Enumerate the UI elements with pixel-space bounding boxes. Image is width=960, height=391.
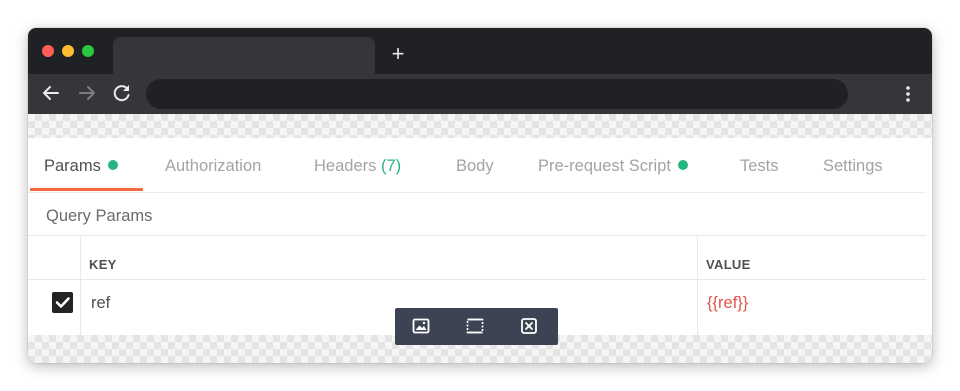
tab-pre-request-script[interactable]: Pre-request Script: [538, 155, 688, 177]
request-panel: Params Authorization Headers (7) Body Pr…: [28, 138, 926, 335]
forward-arrow-icon[interactable]: [74, 80, 100, 106]
close-window-button[interactable]: [42, 45, 54, 57]
table-column-divider: [697, 235, 698, 335]
section-title: Query Params: [46, 207, 153, 225]
tab-body[interactable]: Body: [456, 155, 494, 177]
more-menu-icon[interactable]: [898, 81, 918, 107]
browser-window: + Params Authorization Headers (7) Body …: [28, 28, 932, 363]
back-arrow-icon[interactable]: [38, 80, 64, 106]
tab-settings[interactable]: Settings: [823, 155, 883, 177]
tab-label: Tests: [740, 157, 779, 175]
checkmark-icon: [55, 297, 70, 308]
status-dot: [677, 160, 688, 170]
table-border: [28, 235, 926, 236]
status-dot: [107, 160, 118, 170]
tab-params[interactable]: Params: [44, 155, 118, 177]
minimize-window-button[interactable]: [62, 45, 74, 57]
table-border: [28, 279, 926, 280]
tab-label: Body: [456, 157, 494, 175]
table-column-divider: [80, 235, 81, 335]
reload-icon[interactable]: [109, 80, 135, 106]
transparency-background: [28, 114, 932, 138]
tab-tests[interactable]: Tests: [740, 155, 779, 177]
maximize-window-button[interactable]: [82, 45, 94, 57]
tab-count-badge: (7): [380, 157, 402, 175]
new-tab-button[interactable]: +: [386, 42, 410, 66]
page-content: Params Authorization Headers (7) Body Pr…: [28, 114, 932, 363]
param-enabled-checkbox[interactable]: [52, 292, 73, 313]
param-value-cell[interactable]: {{ref}}: [707, 292, 748, 314]
active-tab-indicator: [30, 188, 143, 191]
tab-authorization[interactable]: Authorization: [165, 155, 261, 177]
tab-headers[interactable]: Headers (7): [314, 155, 401, 177]
browser-tab-strip: +: [28, 28, 932, 74]
close-box-icon[interactable]: [519, 316, 539, 336]
browser-tab[interactable]: [113, 37, 375, 74]
tab-label: Settings: [823, 157, 883, 175]
tab-label: Authorization: [165, 157, 262, 175]
column-header-value: VALUE: [706, 257, 751, 272]
image-icon[interactable]: [411, 316, 431, 336]
column-header-key: KEY: [89, 257, 117, 272]
param-key-cell[interactable]: ref: [91, 292, 110, 314]
tab-label: Headers: [314, 157, 377, 175]
tab-label: Params: [44, 157, 101, 175]
address-bar[interactable]: [146, 79, 848, 109]
browser-toolbar: [28, 74, 932, 114]
tab-label: Pre-request Script: [538, 157, 671, 175]
request-tab-bar: Params Authorization Headers (7) Body Pr…: [28, 138, 926, 193]
image-toolbar: [395, 308, 558, 345]
fit-frame-icon[interactable]: [465, 316, 485, 336]
